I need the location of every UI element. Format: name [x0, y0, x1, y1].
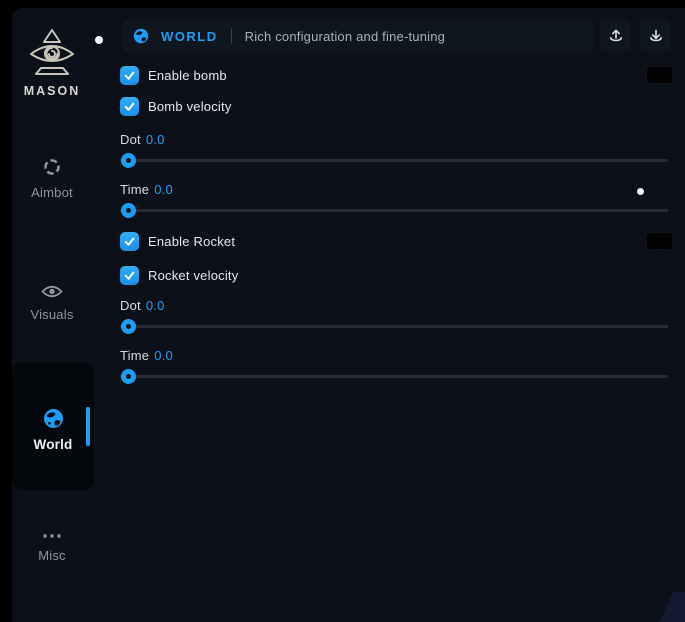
- sidebar-item-aimbot[interactable]: Aimbot: [12, 157, 92, 200]
- download-button[interactable]: [640, 20, 671, 51]
- color-swatch-rocket[interactable]: [646, 232, 673, 250]
- page-title: WORLD: [161, 29, 218, 44]
- checkbox-label: Bomb velocity: [148, 99, 232, 114]
- slider-label: Time 0.0: [120, 182, 668, 199]
- cursor-dot: [637, 188, 644, 195]
- sidebar-item-visuals[interactable]: Visuals: [12, 284, 92, 322]
- slider-bomb-dot: Dot 0.0: [120, 132, 668, 162]
- corner-artifact: [649, 592, 685, 622]
- check-icon: [123, 69, 136, 82]
- slider-label: Dot 0.0: [120, 298, 668, 315]
- check-icon: [123, 269, 136, 282]
- app-logo: MASON: [12, 28, 92, 98]
- app-title: MASON: [24, 84, 81, 98]
- slider-thumb[interactable]: [121, 203, 136, 218]
- sidebar-item-world[interactable]: World: [12, 362, 94, 490]
- crosshair-icon: [42, 157, 62, 177]
- cursor-dot: [95, 36, 103, 44]
- slider-thumb[interactable]: [121, 153, 136, 168]
- slider-label: Time 0.0: [120, 348, 668, 365]
- active-tab-indicator: [86, 407, 90, 446]
- slider-track[interactable]: [120, 159, 668, 162]
- checkbox-label: Enable Rocket: [148, 234, 235, 249]
- check-icon: [123, 235, 136, 248]
- slider-track[interactable]: [120, 325, 668, 328]
- checkbox-box[interactable]: [120, 232, 139, 251]
- download-icon: [648, 28, 664, 44]
- check-icon: [123, 100, 136, 113]
- slider-name: Time: [120, 182, 149, 197]
- checkbox-box[interactable]: [120, 66, 139, 85]
- page-header: WORLD Rich configuration and fine-tuning: [122, 20, 594, 52]
- slider-rocket-time: Time 0.0: [120, 348, 668, 378]
- slider-thumb[interactable]: [121, 369, 136, 384]
- sidebar-item-label: Aimbot: [31, 185, 73, 200]
- screen: MASON Aimbot Visuals: [0, 0, 685, 622]
- sidebar: MASON Aimbot Visuals: [12, 8, 120, 622]
- pyramid-eye-icon: [24, 28, 80, 80]
- main-content: WORLD Rich configuration and fine-tuning: [120, 8, 685, 622]
- sidebar-item-label: Misc: [38, 548, 66, 563]
- upload-icon: [608, 28, 624, 44]
- slider-bomb-time: Time 0.0: [120, 182, 668, 212]
- slider-value: 0.0: [154, 348, 173, 363]
- checkbox-label: Enable bomb: [148, 68, 227, 83]
- sidebar-item-misc[interactable]: Misc: [12, 532, 92, 563]
- sidebar-item-label: Visuals: [30, 307, 73, 322]
- slider-name: Dot: [120, 298, 141, 313]
- eye-icon: [41, 284, 63, 299]
- upload-button[interactable]: [600, 20, 631, 51]
- globe-icon: [133, 28, 149, 44]
- slider-label: Dot 0.0: [120, 132, 668, 149]
- page-subtitle: Rich configuration and fine-tuning: [245, 29, 445, 44]
- slider-thumb[interactable]: [121, 319, 136, 334]
- slider-name: Time: [120, 348, 149, 363]
- checkbox-enable-bomb[interactable]: Enable bomb: [120, 66, 227, 85]
- checkbox-rocket-velocity[interactable]: Rocket velocity: [120, 266, 238, 285]
- checkbox-box[interactable]: [120, 266, 139, 285]
- checkbox-enable-rocket[interactable]: Enable Rocket: [120, 232, 235, 251]
- slider-track[interactable]: [120, 209, 668, 212]
- slider-name: Dot: [120, 132, 141, 147]
- slider-value: 0.0: [146, 298, 165, 313]
- checkbox-label: Rocket velocity: [148, 268, 238, 283]
- color-swatch-bomb[interactable]: [646, 66, 673, 84]
- slider-value: 0.0: [146, 132, 165, 147]
- slider-track[interactable]: [120, 375, 668, 378]
- checkbox-bomb-velocity[interactable]: Bomb velocity: [120, 97, 232, 116]
- app-window: MASON Aimbot Visuals: [12, 8, 685, 622]
- slider-value: 0.0: [154, 182, 173, 197]
- divider: [231, 28, 232, 44]
- ellipsis-icon: [41, 532, 63, 540]
- checkbox-box[interactable]: [120, 97, 139, 116]
- globe-icon: [43, 408, 64, 429]
- slider-rocket-dot: Dot 0.0: [120, 298, 668, 328]
- sidebar-item-label: World: [34, 437, 73, 452]
